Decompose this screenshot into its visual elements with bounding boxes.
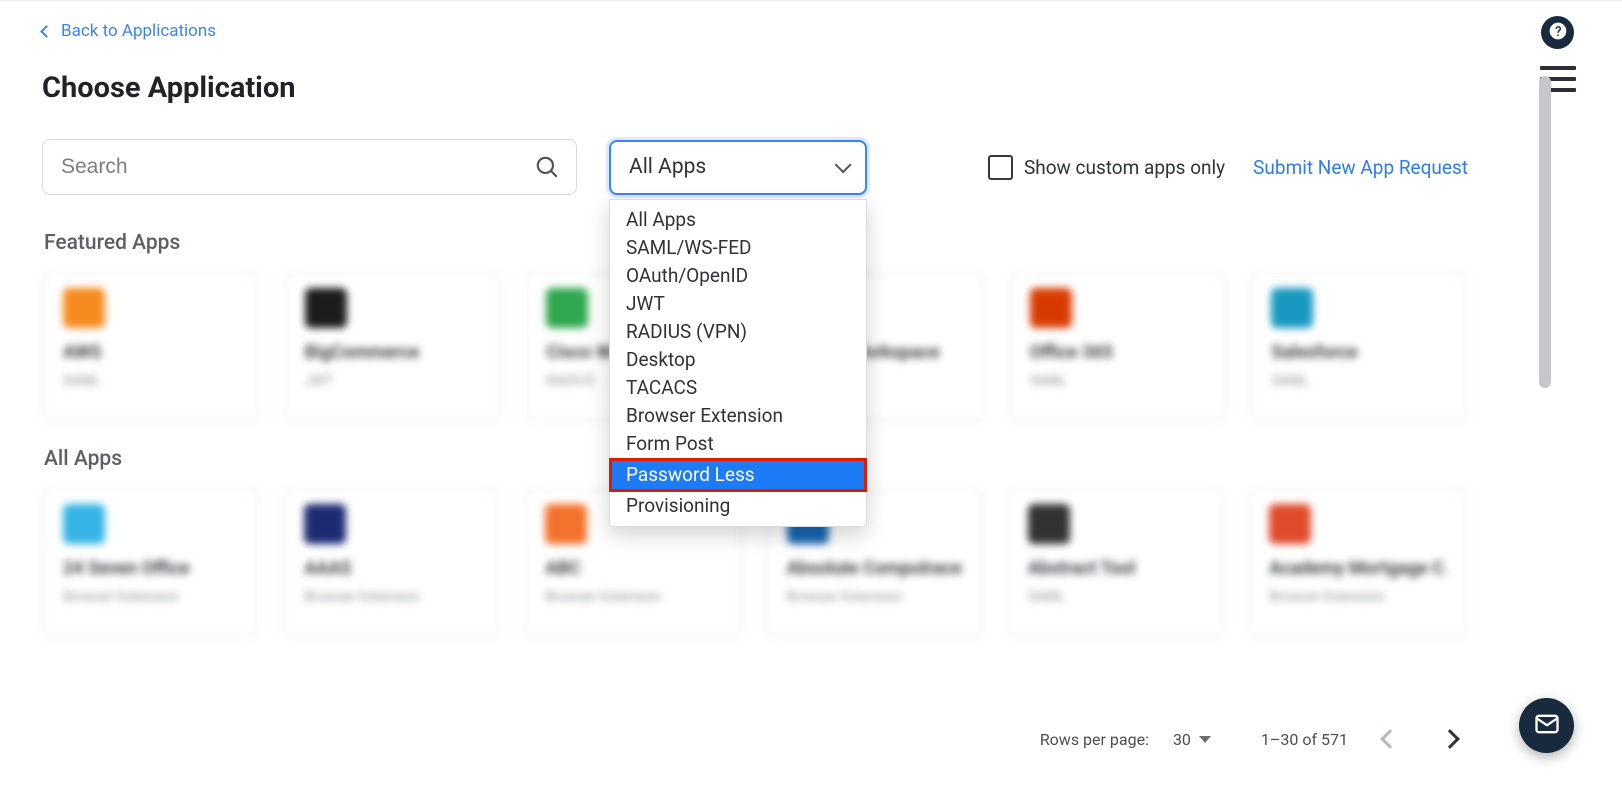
- pager-next-button[interactable]: [1432, 721, 1468, 757]
- dropdown-option[interactable]: TACACS: [610, 374, 866, 402]
- triangle-down-icon: [1199, 736, 1211, 743]
- app-logo: [305, 288, 347, 328]
- app-tag: Browser Extension: [63, 589, 238, 605]
- dropdown-option[interactable]: SAML/WS-FED: [610, 234, 866, 262]
- app-tag: Browser Extension: [787, 589, 962, 605]
- app-logo: [63, 504, 105, 544]
- app-tag: SAML: [1030, 373, 1206, 389]
- rows-per-page-value: 30: [1173, 730, 1191, 749]
- app-tag: SAML: [63, 373, 239, 389]
- dropdown-option[interactable]: Provisioning: [610, 492, 866, 520]
- app-logo: [1269, 504, 1311, 544]
- app-logo: [546, 288, 588, 328]
- search-field-wrap[interactable]: [42, 139, 577, 195]
- dropdown-option[interactable]: Desktop: [610, 346, 866, 374]
- chevron-left-icon: [1380, 729, 1400, 749]
- mail-icon: [1533, 710, 1561, 742]
- dropdown-selected-label: All Apps: [629, 155, 706, 179]
- back-link-label: Back to Applications: [61, 21, 216, 41]
- app-name: Academy Mortgage C…: [1269, 558, 1447, 579]
- app-card[interactable]: BigCommerce JWT: [284, 273, 502, 421]
- page-range-label: 1–30 of 571: [1261, 730, 1348, 749]
- app-tag: JWT: [305, 373, 481, 389]
- chevron-right-icon: [1440, 729, 1460, 749]
- app-tag: SAML: [1028, 589, 1203, 605]
- checkbox-box-icon: [988, 155, 1013, 180]
- app-card[interactable]: Salesforce SAML: [1250, 273, 1468, 421]
- search-icon: [534, 154, 560, 180]
- app-name: BigCommerce: [305, 342, 481, 363]
- dropdown-option[interactable]: JWT: [610, 290, 866, 318]
- page-title: Choose Application: [42, 71, 1468, 105]
- dropdown-option[interactable]: Browser Extension: [610, 402, 866, 430]
- pagination-bar: Rows per page: 30 1–30 of 571: [1040, 721, 1510, 757]
- dropdown-option[interactable]: OAuth/OpenID: [610, 262, 866, 290]
- app-card[interactable]: AWS SAML: [42, 273, 260, 421]
- rows-per-page-label: Rows per page:: [1040, 730, 1149, 749]
- app-name: AAAS: [304, 558, 479, 579]
- app-name: Absolute Computrace: [787, 558, 962, 579]
- app-name: Salesforce: [1271, 342, 1447, 363]
- dropdown-option[interactable]: All Apps: [610, 206, 866, 234]
- app-logo: [304, 504, 346, 544]
- pager-prev-button[interactable]: [1372, 721, 1408, 757]
- scrollbar-thumb[interactable]: [1539, 76, 1551, 388]
- chevron-left-icon: [40, 25, 53, 38]
- chevron-down-icon: [835, 156, 852, 173]
- app-logo: [1271, 288, 1313, 328]
- filter-row: All Apps All AppsSAML/WS-FEDOAuth/OpenID…: [42, 139, 1468, 195]
- app-name: 24 Seven Office: [63, 558, 238, 579]
- app-card[interactable]: Abstract Tool SAML: [1007, 489, 1224, 637]
- app-type-dropdown-button[interactable]: All Apps: [609, 140, 867, 195]
- app-tag: Browser Extension: [1269, 589, 1447, 605]
- app-card[interactable]: Academy Mortgage C… Browser Extension: [1248, 489, 1468, 637]
- dropdown-option[interactable]: RADIUS (VPN): [610, 318, 866, 346]
- app-name: Abstract Tool: [1028, 558, 1203, 579]
- app-name: ABC: [545, 558, 720, 579]
- app-card[interactable]: Office 365 SAML: [1009, 273, 1227, 421]
- rows-per-page-select[interactable]: 30: [1173, 730, 1211, 749]
- app-card[interactable]: 24 Seven Office Browser Extension: [42, 489, 259, 637]
- app-tag: Browser Extension: [545, 589, 720, 605]
- search-input[interactable]: [59, 154, 534, 180]
- app-logo: [63, 288, 105, 328]
- back-link[interactable]: Back to Applications: [42, 21, 1468, 41]
- app-type-dropdown-list[interactable]: All AppsSAML/WS-FEDOAuth/OpenIDJWTRADIUS…: [609, 199, 867, 527]
- app-logo: [1030, 288, 1072, 328]
- app-card[interactable]: AAAS Browser Extension: [283, 489, 500, 637]
- chat-fab-button[interactable]: [1519, 698, 1574, 753]
- dropdown-option[interactable]: Password Less: [609, 458, 867, 492]
- app-name: AWS: [63, 342, 239, 363]
- dropdown-option[interactable]: Form Post: [610, 430, 866, 458]
- app-name: Office 365: [1030, 342, 1206, 363]
- app-tag: Browser Extension: [304, 589, 479, 605]
- show-custom-checkbox[interactable]: Show custom apps only: [988, 155, 1225, 180]
- submit-new-app-link[interactable]: Submit New App Request: [1253, 156, 1468, 179]
- filter-right-controls: Show custom apps only Submit New App Req…: [988, 155, 1468, 180]
- app-type-dropdown[interactable]: All Apps All AppsSAML/WS-FEDOAuth/OpenID…: [609, 140, 867, 195]
- show-custom-label: Show custom apps only: [1024, 156, 1225, 179]
- main-content: Back to Applications Choose Application …: [0, 2, 1510, 791]
- scrollbar-track[interactable]: [1538, 0, 1552, 791]
- app-logo: [1028, 504, 1070, 544]
- app-tag: SAML: [1271, 373, 1447, 389]
- app-logo: [545, 504, 587, 544]
